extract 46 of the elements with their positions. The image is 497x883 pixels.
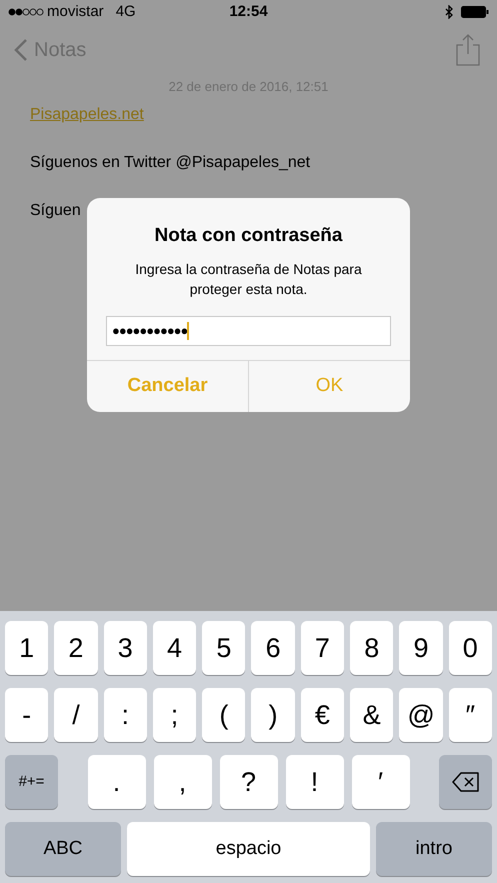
keyboard-key[interactable]: ! [286,755,344,809]
keyboard-key[interactable]: . [88,755,146,809]
note-text: Síguenos en Twitter @Pisapapeles_net [30,152,310,172]
keyboard-key[interactable]: 2 [54,621,98,675]
keyboard-key[interactable]: 0 [448,621,492,675]
text-cursor [187,322,190,340]
password-value: ●●●●●●●●●●● [112,322,188,340]
keyboard-key[interactable]: ″ [448,688,492,742]
keyboard-key[interactable]: 9 [399,621,443,675]
keyboard-key[interactable]: 5 [202,621,246,675]
keyboard-key[interactable]: @ [399,688,443,742]
carrier-name: movistar [47,2,104,22]
keyboard-key[interactable]: ) [251,688,295,742]
keyboard-key[interactable]: 7 [300,621,344,675]
keyboard-key[interactable]: : [104,688,147,742]
bluetooth-icon [445,5,453,19]
clock-time: 12:54 [229,2,268,22]
keyboard-key[interactable]: ; [152,688,196,742]
network-type: 4G [116,2,136,22]
keyboard-key[interactable]: - [5,688,48,742]
dialog-title: Nota con contraseña [154,224,342,248]
password-field[interactable]: ●●●●●●●●●●● [106,316,391,346]
delete-icon [452,772,480,792]
chevron-left-icon [14,38,28,62]
keyboard-key[interactable]: € [300,688,344,742]
dialog-message: Ingresa la contraseña de Notas para proteger esta nota. [134,260,363,298]
battery-icon [461,6,489,18]
share-icon [455,33,481,67]
keyboard-key[interactable]: ? [220,755,278,809]
keyboard-key[interactable]: ′ [352,755,410,809]
delete-key[interactable] [439,755,492,809]
keyboard-key[interactable]: 1 [5,621,48,675]
keyboard-key[interactable]: & [350,688,394,742]
keyboard-key[interactable]: 6 [251,621,295,675]
keyboard-key[interactable]: intro [376,822,492,876]
symbols-key[interactable]: #+= [5,755,58,809]
note-text: Síguen [30,200,81,220]
keyboard-key[interactable]: ABC [5,822,121,876]
space-key[interactable]: espacio [127,822,370,876]
keyboard-key[interactable]: / [54,688,98,742]
keyboard-key[interactable]: 3 [104,621,147,675]
keyboard-key[interactable]: 4 [152,621,196,675]
keyboard-key[interactable]: 8 [350,621,394,675]
signal-icon [8,8,44,16]
keyboard-key[interactable]: ( [202,688,246,742]
keyboard-key[interactable]: , [154,755,212,809]
